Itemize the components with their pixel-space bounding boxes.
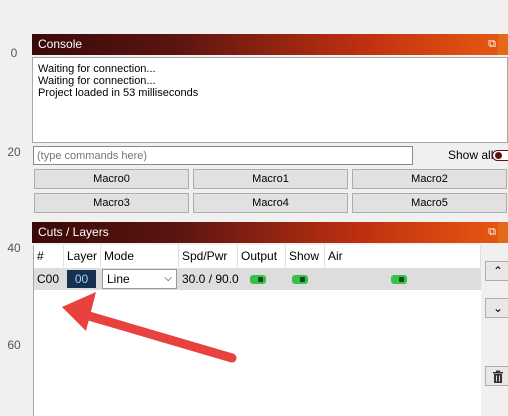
float-dock-icon[interactable]: ⧉ [488,34,496,55]
ruler-tick-40: 40 [7,241,21,255]
chevron-down-icon: ⌄ [492,301,504,315]
macro5-button[interactable]: Macro5 [352,193,507,213]
macro0-button[interactable]: Macro0 [34,169,189,189]
ruler-tick-20: 20 [7,145,21,159]
column-header-mode[interactable]: Mode [101,245,179,267]
show-toggle[interactable] [292,275,308,284]
cut-id: C00 [37,272,60,286]
column-header-air[interactable]: Air [325,245,481,267]
trash-icon [493,370,503,383]
show-all-toggle[interactable] [492,150,508,161]
dock-close-edge[interactable] [498,222,508,243]
mode-value: Line [107,272,130,286]
column-header-output[interactable]: Output [238,245,286,267]
cuts-table[interactable]: # Layer Mode Spd/Pwr Output Show Air C00… [33,245,481,416]
mode-select[interactable]: Line ⌵ [102,269,177,289]
air-toggle[interactable] [391,275,407,284]
chevron-up-icon: ⌃ [492,264,504,278]
console-line: Project loaded in 53 milliseconds [38,87,199,99]
column-header-show[interactable]: Show [286,245,325,267]
column-header-number[interactable]: # [34,245,64,267]
dock-close-edge[interactable] [498,34,508,55]
macro4-button[interactable]: Macro4 [193,193,348,213]
spd-pwr-value[interactable]: 30.0 / 90.0 [179,268,239,290]
console-output[interactable]: Waiting for connection... Waiting for co… [32,57,508,143]
float-dock-icon[interactable]: ⧉ [488,222,496,243]
macro2-button[interactable]: Macro2 [352,169,507,189]
vertical-ruler: 0 20 40 60 [0,0,30,416]
console-line: Waiting for connection... [38,75,156,87]
table-row[interactable]: C00 00 Line ⌵ 30.0 / 90.0 [34,268,481,290]
command-input[interactable] [33,146,413,165]
layer-color-chip[interactable]: 00 [67,270,96,288]
toggle-knob [495,152,502,159]
ruler-tick-60: 60 [7,338,21,352]
chevron-down-icon: ⌵ [164,273,172,284]
ruler-tick-0: 0 [10,46,18,60]
output-toggle[interactable] [250,275,266,284]
console-titlebar[interactable]: Console ⧉ [32,34,508,55]
column-header-spd-pwr[interactable]: Spd/Pwr [179,245,238,267]
console-line: Waiting for connection... [38,63,156,75]
move-down-button[interactable]: ⌄ [485,298,508,318]
console-title: Console [38,37,83,51]
show-all-label: Show all [448,148,494,162]
macro1-button[interactable]: Macro1 [193,169,348,189]
column-header-layer[interactable]: Layer [64,245,101,267]
move-up-button[interactable]: ⌃ [485,261,508,281]
delete-layer-button[interactable] [485,366,508,386]
cuts-layers-titlebar[interactable]: Cuts / Layers ⧉ [32,222,508,243]
macro3-button[interactable]: Macro3 [34,193,189,213]
cuts-layers-title: Cuts / Layers [38,225,109,239]
